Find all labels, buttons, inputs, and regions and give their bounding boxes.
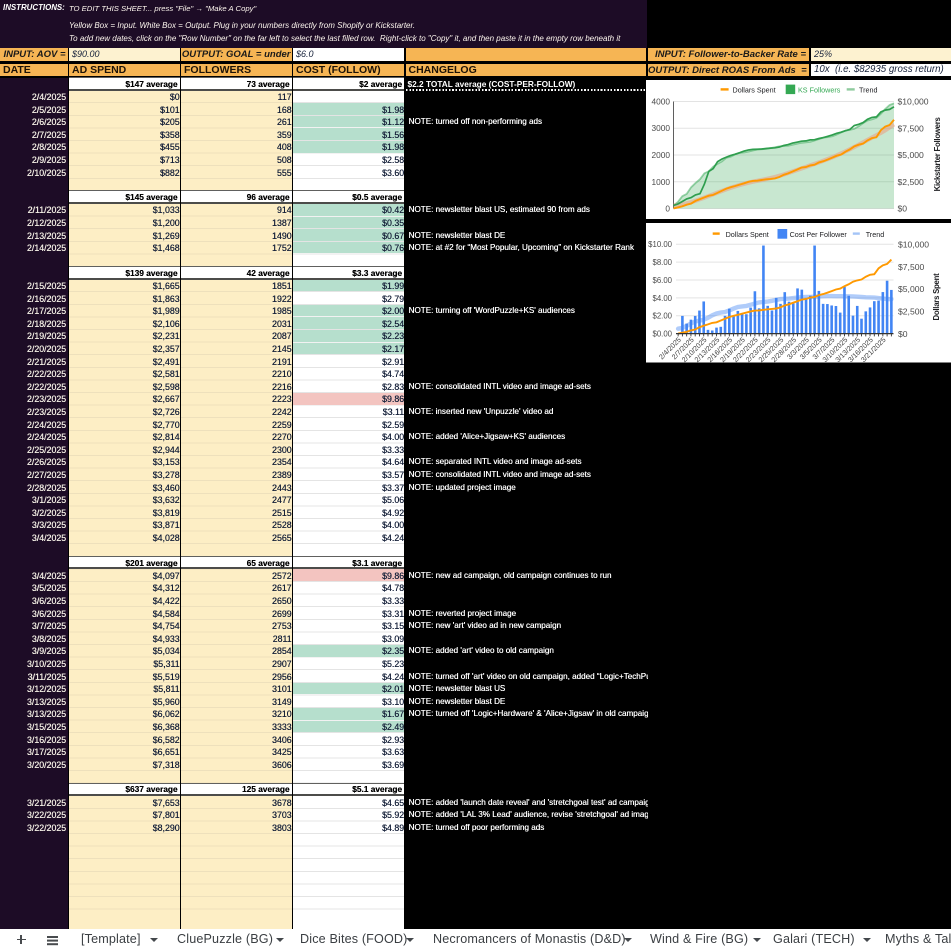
svg-text:$10,000: $10,000 — [898, 96, 929, 106]
svg-text:$0: $0 — [898, 329, 908, 339]
svg-text:Kickstarter Followers: Kickstarter Followers — [933, 116, 942, 191]
svg-text:Trend: Trend — [866, 230, 885, 239]
svg-text:2000: 2000 — [652, 150, 671, 160]
svg-text:KS Followers: KS Followers — [798, 85, 841, 94]
svg-text:Dollars Spent: Dollars Spent — [726, 230, 769, 239]
svg-text:$10,000: $10,000 — [898, 240, 929, 250]
svg-text:$2,500: $2,500 — [898, 307, 925, 317]
svg-text:$5,000: $5,000 — [898, 284, 925, 294]
svg-text:$6.00: $6.00 — [652, 276, 672, 285]
svg-text:$10.00: $10.00 — [648, 240, 673, 249]
svg-text:$4.00: $4.00 — [652, 294, 672, 303]
svg-text:Dollars Spent: Dollars Spent — [733, 85, 776, 94]
svg-text:0: 0 — [665, 203, 670, 213]
svg-text:3000: 3000 — [652, 123, 671, 133]
svg-text:$5,000: $5,000 — [898, 150, 925, 160]
svg-text:$2,500: $2,500 — [898, 177, 925, 187]
svg-text:$7,500: $7,500 — [898, 262, 925, 272]
svg-text:Dollars Spent: Dollars Spent — [932, 273, 941, 321]
svg-text:Cost Per Follower: Cost Per Follower — [790, 230, 848, 239]
svg-text:1000: 1000 — [652, 176, 671, 186]
svg-text:$2.00: $2.00 — [652, 312, 672, 321]
svg-text:$0.00: $0.00 — [652, 330, 672, 339]
svg-text:$8.00: $8.00 — [652, 258, 672, 267]
svg-text:$7,500: $7,500 — [898, 123, 925, 133]
svg-text:Trend: Trend — [859, 85, 878, 94]
svg-text:$0: $0 — [898, 203, 908, 213]
svg-text:4000: 4000 — [652, 96, 671, 106]
